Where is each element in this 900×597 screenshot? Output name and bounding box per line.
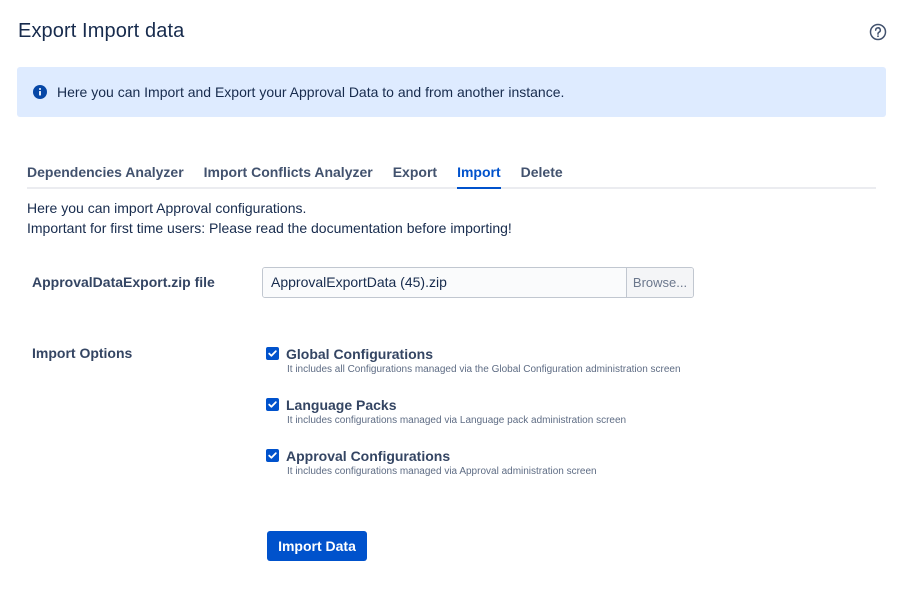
file-picker[interactable]: ApprovalExportData (45).zip Browse... bbox=[262, 267, 694, 298]
global-configurations-label[interactable]: Global Configurations bbox=[286, 346, 433, 362]
language-packs-checkbox[interactable] bbox=[266, 398, 279, 411]
file-name-input[interactable]: ApprovalExportData (45).zip bbox=[263, 268, 626, 297]
approval-configurations-description: It includes configurations managed via A… bbox=[287, 466, 597, 477]
import-data-button[interactable]: Import Data bbox=[267, 531, 367, 561]
file-field-label: ApprovalDataExport.zip file bbox=[32, 274, 215, 290]
tab-bar: Dependencies Analyzer Import Conflicts A… bbox=[27, 163, 876, 189]
info-banner: Here you can Import and Export your Appr… bbox=[17, 67, 886, 117]
approval-configurations-label[interactable]: Approval Configurations bbox=[286, 448, 450, 464]
intro-line-2: Important for first time users: Please r… bbox=[27, 220, 512, 236]
tab-import-conflicts-analyzer[interactable]: Import Conflicts Analyzer bbox=[204, 163, 373, 187]
tab-import[interactable]: Import bbox=[457, 163, 501, 189]
global-configurations-checkbox[interactable] bbox=[266, 347, 279, 360]
tab-dependencies-analyzer[interactable]: Dependencies Analyzer bbox=[27, 163, 184, 187]
approval-configurations-checkbox[interactable] bbox=[266, 449, 279, 462]
tab-export[interactable]: Export bbox=[393, 163, 437, 187]
info-icon bbox=[33, 85, 47, 99]
page-title: Export Import data bbox=[18, 20, 185, 42]
check-icon bbox=[268, 401, 277, 408]
import-options-label: Import Options bbox=[32, 345, 133, 361]
tab-delete[interactable]: Delete bbox=[521, 163, 563, 187]
check-icon bbox=[268, 452, 277, 459]
language-packs-description: It includes configurations managed via L… bbox=[287, 415, 627, 426]
check-icon bbox=[268, 350, 277, 357]
intro-text: Here you can import Approval configurati… bbox=[27, 198, 512, 238]
intro-line-1: Here you can import Approval configurati… bbox=[27, 200, 307, 216]
browse-button[interactable]: Browse... bbox=[626, 268, 693, 297]
global-configurations-description: It includes all Configurations managed v… bbox=[287, 364, 681, 375]
language-packs-label[interactable]: Language Packs bbox=[286, 397, 397, 413]
banner-text: Here you can Import and Export your Appr… bbox=[57, 84, 565, 100]
question-circle-icon[interactable] bbox=[869, 23, 887, 41]
